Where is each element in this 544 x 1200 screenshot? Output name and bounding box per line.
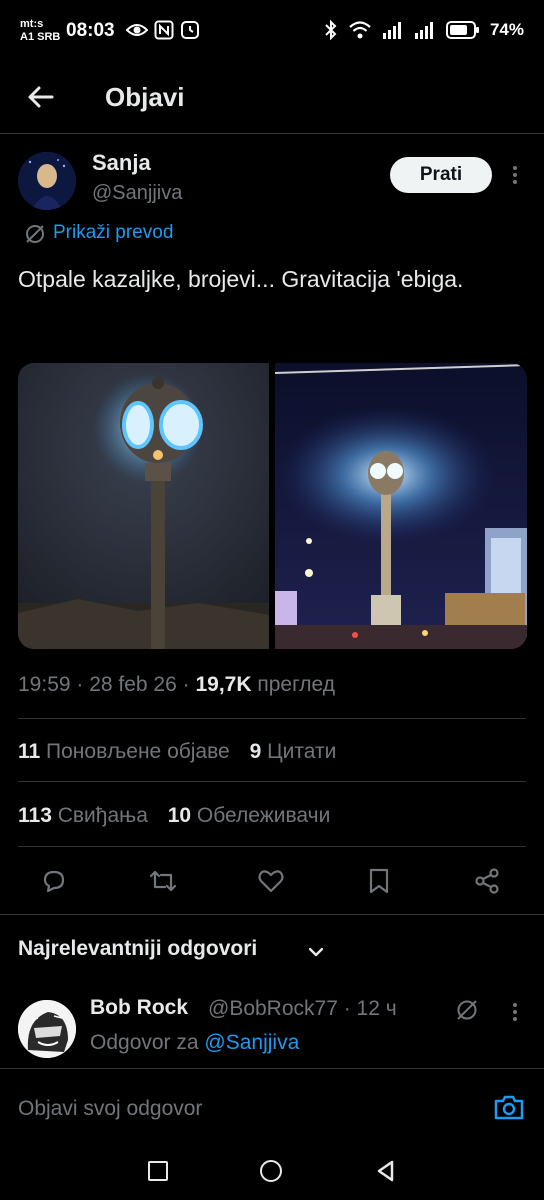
reply-author-name[interactable]: Bob Rock xyxy=(90,996,188,1020)
battery-icon xyxy=(445,21,479,39)
recents-button[interactable] xyxy=(148,1161,168,1181)
post-image-1[interactable] xyxy=(18,363,269,649)
reply-to-line: Odgovor za @Sanjjiva xyxy=(90,1031,300,1054)
stats-row-1: 11 Поновљене објаве 9 Цитати xyxy=(18,740,336,764)
post-image-2[interactable] xyxy=(275,363,527,649)
like-icon xyxy=(258,870,284,893)
reposts-stat[interactable]: 11 Поновљене објаве xyxy=(18,740,230,763)
status-bar: mt:s A1 SRB 08:03 74% xyxy=(0,0,544,60)
quotes-stat[interactable]: 9 Цитати xyxy=(250,740,337,763)
divider xyxy=(0,914,544,915)
home-button[interactable] xyxy=(260,1160,282,1182)
translate-icon[interactable] xyxy=(455,998,479,1022)
post-meta: 19:59 · 28 feb 26 · 19,7K преглед xyxy=(18,673,335,697)
follow-button[interactable]: Prati xyxy=(390,157,492,193)
avatar-image xyxy=(18,152,76,210)
reply-to-handle-link[interactable]: @Sanjjiva xyxy=(204,1031,299,1054)
repost-button[interactable] xyxy=(143,858,183,904)
signal-icon-2 xyxy=(414,22,433,39)
back-nav-icon[interactable] xyxy=(374,1159,398,1183)
bluetooth-icon xyxy=(325,20,337,40)
carrier-label: mt:s A1 SRB xyxy=(20,18,61,43)
like-button[interactable] xyxy=(251,858,291,904)
nfc-icon xyxy=(154,20,174,40)
divider xyxy=(18,781,526,782)
view-label: преглед xyxy=(251,673,336,696)
translate-icon xyxy=(26,225,44,243)
camera-icon[interactable] xyxy=(493,1092,525,1122)
author-avatar[interactable] xyxy=(18,152,76,210)
reply-author-handle[interactable]: @BobRock77 · 12 ч xyxy=(208,997,397,1021)
status-icons-right: 74% xyxy=(324,20,524,40)
more-icon[interactable] xyxy=(505,163,525,187)
divider xyxy=(18,718,526,719)
view-count: 19,7K xyxy=(195,673,252,696)
post-timestamp: 19:59 · 28 feb 26 · xyxy=(18,673,196,696)
clock-photo-closeup xyxy=(18,363,269,649)
replies-sort-label[interactable]: Najrelevantniji odgovori xyxy=(18,937,257,961)
status-icons-left xyxy=(126,20,200,40)
share-button[interactable] xyxy=(467,858,507,904)
reply-button[interactable] xyxy=(34,858,74,904)
battery-percent: 74% xyxy=(489,20,524,39)
chevron-down-icon[interactable] xyxy=(306,942,326,962)
stats-row-2: 113 Свиђања 10 Обележивачи xyxy=(18,804,330,828)
bookmarks-stat[interactable]: 10 Обележивачи xyxy=(168,804,331,827)
wifi-icon xyxy=(349,21,371,39)
show-translation-link[interactable]: Prikaži prevod xyxy=(53,222,173,244)
status-time: 08:03 xyxy=(66,20,115,41)
avatar-image xyxy=(18,1000,76,1058)
author-name[interactable]: Sanja xyxy=(92,150,151,176)
author-handle[interactable]: @Sanjjiva xyxy=(92,182,182,205)
page-title: Objavi xyxy=(105,82,185,112)
reply-input[interactable]: Objavi svoj odgovor xyxy=(18,1097,202,1121)
eye-icon xyxy=(126,24,148,36)
alarm-icon xyxy=(181,21,199,39)
bookmark-icon xyxy=(369,868,389,894)
reply-icon xyxy=(43,870,65,893)
reply-author-avatar[interactable] xyxy=(18,1000,76,1058)
back-arrow-icon[interactable] xyxy=(24,80,58,114)
repost-icon xyxy=(149,870,177,892)
post-text: Otpale kazaljke, brojevi... Gravitacija … xyxy=(18,266,464,292)
post-actions xyxy=(0,858,544,904)
signal-icon xyxy=(382,22,401,39)
likes-stat[interactable]: 113 Свиђања xyxy=(18,804,148,827)
more-icon[interactable] xyxy=(505,1000,525,1024)
top-app-bar: Objavi xyxy=(0,60,544,134)
clock-photo-square xyxy=(275,363,527,649)
bookmark-button[interactable] xyxy=(359,858,399,904)
divider xyxy=(18,846,526,847)
share-icon xyxy=(475,868,499,894)
